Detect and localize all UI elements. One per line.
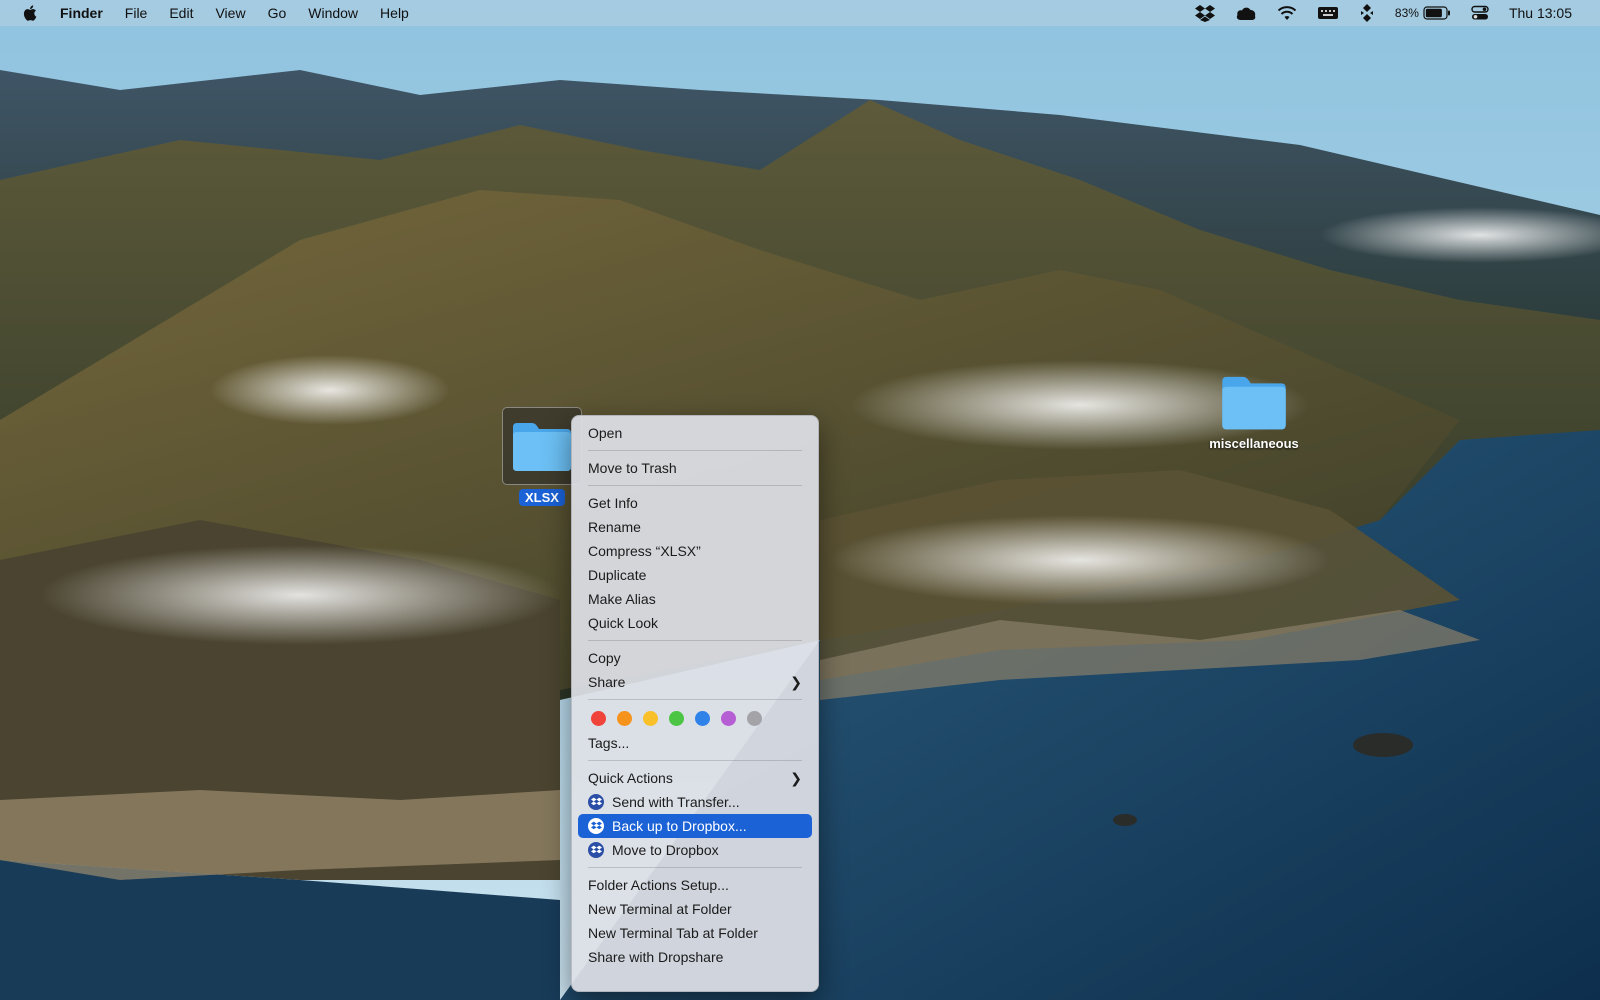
menu-bar: Finder File Edit View Go Window Help 83%… [0, 0, 1600, 26]
menu-help[interactable]: Help [369, 0, 420, 26]
menu-separator [588, 485, 802, 486]
menu-item-share-with-dropshare[interactable]: Share with Dropshare [578, 945, 812, 969]
menu-item-quick-actions-label: Quick Actions [588, 770, 673, 786]
menu-go[interactable]: Go [257, 0, 298, 26]
chevron-right-icon: ❯ [790, 770, 802, 786]
menu-item-back-up-to-dropbox[interactable]: Back up to Dropbox... [578, 814, 812, 838]
menu-item-share[interactable]: Share ❯ [578, 670, 812, 694]
menu-file[interactable]: File [114, 0, 159, 26]
menu-item-rename[interactable]: Rename [578, 515, 812, 539]
battery-icon[interactable] [1423, 0, 1461, 26]
keyboard-icon[interactable] [1307, 0, 1349, 26]
cloud-icon[interactable] [1225, 0, 1267, 26]
dropbox-icon[interactable] [1185, 0, 1225, 26]
desktop-folder-xlsx[interactable]: XLSX [502, 407, 582, 506]
menu-bar-clock[interactable]: Thu 13:05 [1499, 0, 1582, 26]
menu-item-make-alias[interactable]: Make Alias [578, 587, 812, 611]
tag-orange-button[interactable] [617, 710, 632, 726]
folder-icon [513, 423, 571, 471]
tag-yellow-button[interactable] [643, 710, 658, 726]
tag-blue-button[interactable] [695, 710, 710, 726]
dropzone-icon[interactable] [1349, 0, 1385, 26]
menu-item-move-to-dropbox[interactable]: Move to Dropbox [578, 838, 812, 862]
menu-separator [588, 760, 802, 761]
dropbox-icon [588, 818, 604, 834]
battery-percent: 83% [1394, 6, 1419, 20]
menu-item-compress[interactable]: Compress “XLSX” [578, 539, 812, 563]
dropbox-icon [588, 794, 604, 810]
menu-separator [588, 867, 802, 868]
menu-bar-status-area: 83% Thu 13:05 [1185, 0, 1582, 26]
menu-item-back-up-to-dropbox-label: Back up to Dropbox... [612, 818, 747, 834]
menu-item-quick-look[interactable]: Quick Look [578, 611, 812, 635]
folder-label: miscellaneous [1209, 436, 1299, 451]
menu-item-get-info[interactable]: Get Info [578, 491, 812, 515]
apple-logo-icon[interactable] [22, 4, 40, 22]
menu-item-move-to-dropbox-label: Move to Dropbox [612, 842, 719, 858]
menu-view[interactable]: View [204, 0, 256, 26]
menu-item-new-terminal-at-folder[interactable]: New Terminal at Folder [578, 897, 812, 921]
menu-item-new-terminal-tab-at-folder[interactable]: New Terminal Tab at Folder [578, 921, 812, 945]
folder-selection-box [502, 407, 582, 485]
menu-item-folder-actions-setup[interactable]: Folder Actions Setup... [578, 873, 812, 897]
dropbox-icon [588, 842, 604, 858]
menu-item-open[interactable]: Open [578, 421, 812, 445]
folder-icon [1222, 376, 1286, 430]
tag-green-button[interactable] [669, 710, 684, 726]
menu-item-send-with-transfer[interactable]: Send with Transfer... [578, 790, 812, 814]
tag-purple-button[interactable] [721, 710, 736, 726]
control-center-icon[interactable] [1461, 0, 1499, 26]
menu-item-share-label: Share [588, 674, 626, 690]
folder-label: XLSX [519, 489, 565, 506]
menu-window[interactable]: Window [297, 0, 369, 26]
menu-separator [588, 640, 802, 641]
menu-separator [588, 450, 802, 451]
chevron-right-icon: ❯ [790, 674, 802, 690]
context-menu: Open Move to Trash Get Info Rename Compr… [571, 415, 819, 992]
desktop-folder-miscellaneous[interactable]: miscellaneous [1204, 372, 1304, 451]
menu-app-finder[interactable]: Finder [52, 0, 114, 26]
menu-item-move-to-trash[interactable]: Move to Trash [578, 456, 812, 480]
wifi-icon[interactable] [1267, 0, 1307, 26]
menu-item-quick-actions[interactable]: Quick Actions ❯ [578, 766, 812, 790]
tag-red-button[interactable] [591, 710, 606, 726]
tag-color-row [578, 705, 812, 731]
menu-edit[interactable]: Edit [158, 0, 204, 26]
menu-item-send-with-transfer-label: Send with Transfer... [612, 794, 740, 810]
tag-gray-button[interactable] [747, 710, 762, 726]
menu-separator [588, 699, 802, 700]
menu-item-copy[interactable]: Copy [578, 646, 812, 670]
menu-item-duplicate[interactable]: Duplicate [578, 563, 812, 587]
menu-item-tags[interactable]: Tags... [578, 731, 812, 755]
